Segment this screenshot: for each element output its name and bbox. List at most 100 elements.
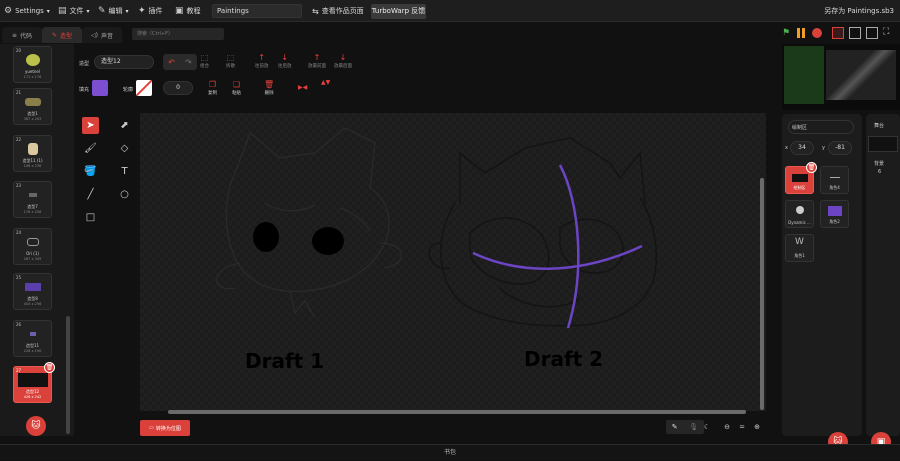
- mic-icon[interactable]: 🎙: [689, 423, 698, 431]
- chevron-down-icon: ▾: [86, 7, 90, 15]
- arrow-down-icon: ↓: [281, 53, 289, 62]
- sprite-thumbnail: W: [795, 237, 804, 247]
- edit-menu[interactable]: ✎ 编辑 ▾: [98, 0, 129, 22]
- chevron-down-icon: ▾: [46, 7, 50, 15]
- stage-preview[interactable]: [782, 44, 900, 110]
- costume-thumbnail: [24, 189, 42, 201]
- paint-canvas[interactable]: Draft 1 Draft 2: [140, 113, 766, 411]
- reshape-tool-icon[interactable]: ⬈: [116, 117, 133, 134]
- forward-button[interactable]: ↑ 往前放: [255, 53, 269, 69]
- text-tool-icon[interactable]: T: [116, 163, 133, 180]
- zoom-reset-icon[interactable]: =: [735, 420, 749, 434]
- zoom-in-icon[interactable]: ⊕: [750, 420, 764, 434]
- dark-mode-icon[interactable]: ☾: [700, 420, 714, 434]
- copy-icon: ❐: [208, 80, 217, 89]
- rectangle-tool-icon[interactable]: □: [82, 209, 99, 226]
- draft1-sketch: [216, 127, 403, 319]
- y-label: y: [822, 145, 825, 151]
- eraser-tool-icon[interactable]: ◇: [116, 140, 133, 157]
- back-button[interactable]: ↓ 放最后面: [334, 53, 352, 69]
- tab-costumes[interactable]: ✎ 造型: [42, 27, 82, 43]
- list-item[interactable]: 25 造型8 404 x 256: [13, 273, 52, 310]
- project-title-input[interactable]: Paintings: [212, 4, 302, 18]
- group-button[interactable]: ⬚ 组合: [200, 53, 209, 69]
- copy-button[interactable]: ❐ 复制: [208, 80, 217, 96]
- undo-icon[interactable]: ↶: [168, 58, 175, 67]
- delete-costume-icon[interactable]: 🗑: [44, 362, 55, 373]
- select-tool-icon[interactable]: ➤: [82, 117, 99, 134]
- line-tool-icon[interactable]: ╱: [82, 186, 99, 203]
- sprite-thumbnail: [829, 177, 840, 178]
- tab-code[interactable]: ≡ 代码: [2, 27, 42, 43]
- addons-menu[interactable]: ✦ 插件: [138, 0, 163, 22]
- x-label: x: [785, 145, 788, 151]
- pause-icon[interactable]: [797, 28, 806, 38]
- fill-tool-icon[interactable]: 🪣: [82, 163, 99, 180]
- costume-name-input[interactable]: 造型12: [94, 55, 154, 69]
- chevron-down-icon: ▾: [125, 7, 129, 15]
- canvas-vertical-scrollbar[interactable]: [760, 178, 764, 410]
- redo-icon[interactable]: ↷: [185, 58, 192, 67]
- front-button[interactable]: ↑ 放最前面: [308, 53, 326, 69]
- sprite-item[interactable]: 角色2: [820, 200, 849, 228]
- zoom-out-icon[interactable]: ⊖: [720, 420, 734, 434]
- arrow-up-icon: ↑: [258, 53, 266, 62]
- flip-horizontal-icon[interactable]: ▶◀: [298, 84, 307, 91]
- flip-vertical-icon[interactable]: ▲▼: [321, 80, 330, 86]
- pen-icon[interactable]: ✎: [672, 423, 678, 431]
- green-flag-icon[interactable]: ⚑: [782, 28, 790, 38]
- circle-tool-icon[interactable]: ○: [116, 186, 133, 203]
- arrow-top-icon: ↑: [313, 53, 321, 62]
- add-costume-button[interactable]: 🐱: [26, 416, 46, 436]
- delete-sprite-icon[interactable]: 🗑: [806, 162, 817, 173]
- paste-button[interactable]: ❏ 粘贴: [232, 80, 241, 96]
- list-item[interactable]: 26 造型11 228 x 190: [13, 320, 52, 357]
- small-stage-icon[interactable]: [832, 27, 844, 39]
- ungroup-icon: ⬚: [226, 53, 235, 62]
- sprite-item[interactable]: Dynamic ...: [785, 200, 814, 228]
- stage-thumbnail[interactable]: [868, 136, 898, 152]
- outline-width-input[interactable]: 0: [163, 81, 193, 95]
- tutorials-menu[interactable]: ▣ 教程: [175, 0, 201, 22]
- tutorials-icon: ▣: [175, 6, 184, 16]
- backward-button[interactable]: ↓ 往后放: [278, 53, 292, 69]
- list-item[interactable]: 22 造型11 (1) 196 x 236: [13, 135, 52, 172]
- list-item[interactable]: 23 造型7 176 x 206: [13, 181, 52, 218]
- tab-sounds[interactable]: ◁) 声音: [82, 27, 122, 43]
- sprite-x-input[interactable]: 34: [790, 141, 814, 155]
- paste-icon: ❏: [232, 80, 241, 89]
- list-item[interactable]: 24 Ori (1) 267 x 349: [13, 228, 52, 265]
- settings-icon: ⚙: [4, 6, 13, 16]
- stage-image: [826, 50, 896, 100]
- stop-icon[interactable]: [812, 28, 822, 38]
- save-as-button[interactable]: 另存为 Paintings.sb3: [824, 0, 894, 22]
- costume-list-scrollbar[interactable]: [66, 316, 70, 434]
- speaker-icon: ◁): [91, 31, 98, 39]
- brush-tool-icon[interactable]: 🖌: [82, 140, 99, 157]
- search-input[interactable]: 搜索（Ctrl+F）: [132, 28, 224, 40]
- costume-thumbnail: [18, 373, 48, 387]
- list-item[interactable]: 20 yuetnel 171 x 176: [13, 46, 52, 83]
- ungroup-button[interactable]: ⬚ 拆散: [226, 53, 235, 69]
- backpack-bar[interactable]: 书包: [0, 444, 900, 460]
- file-menu[interactable]: ▤ 文件 ▾: [58, 0, 90, 22]
- outline-color-swatch[interactable]: [136, 80, 152, 96]
- costume-list: 20 yuetnel 171 x 176 21 造型1 387 x 203 22…: [0, 44, 74, 436]
- see-project-page-button[interactable]: ⇆ 查看作品页面: [312, 4, 364, 18]
- sprite-name-field[interactable]: [788, 120, 854, 134]
- delete-button[interactable]: 🗑 删除: [264, 80, 274, 96]
- fullscreen-icon[interactable]: ⛶: [883, 27, 889, 37]
- fill-color-swatch[interactable]: [92, 80, 108, 96]
- turbowarp-feedback-button[interactable]: TurboWarp 反馈: [371, 4, 426, 19]
- file-icon: ▤: [58, 6, 67, 16]
- convert-to-bitmap-button[interactable]: ▭ 转换为位图: [140, 420, 190, 436]
- list-item[interactable]: 21 造型1 387 x 203: [13, 88, 52, 125]
- large-stage-icon[interactable]: [849, 27, 861, 39]
- sprite-y-input[interactable]: -81: [828, 141, 852, 155]
- sprite-item[interactable]: 角色4: [820, 166, 849, 194]
- settings-menu[interactable]: ⚙ Settings ▾: [4, 0, 50, 22]
- window-icon[interactable]: [866, 27, 878, 39]
- project-page-icon: ⇆: [312, 6, 319, 16]
- sprite-item[interactable]: W 角色1: [785, 234, 814, 262]
- canvas-horizontal-scrollbar[interactable]: [168, 410, 746, 414]
